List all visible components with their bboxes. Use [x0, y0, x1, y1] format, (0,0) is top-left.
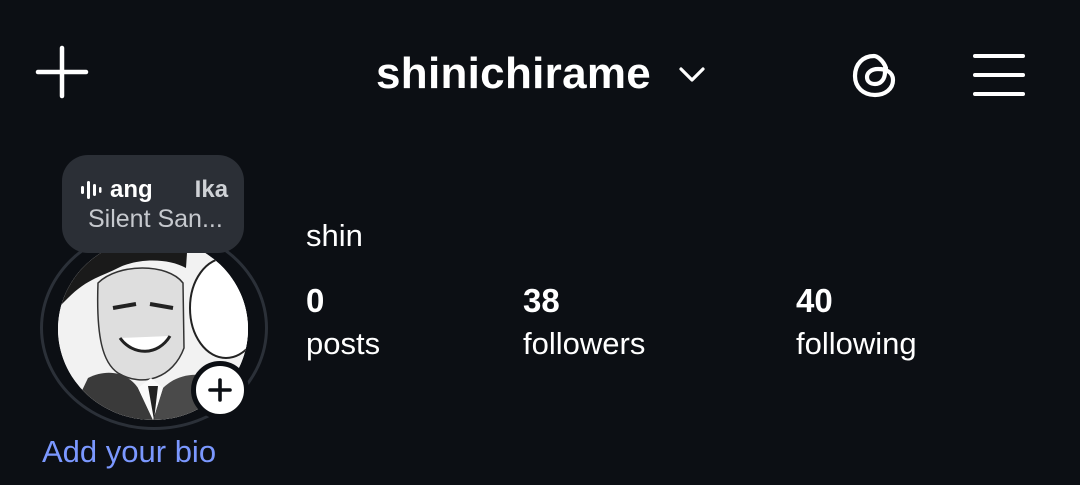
plus-icon	[35, 45, 89, 99]
note-title-part: ang	[110, 176, 153, 203]
stat-value: 40	[796, 282, 833, 319]
username-title: shinichirame	[376, 49, 652, 98]
plus-icon	[208, 378, 232, 402]
account-switcher[interactable]: shinichirame	[376, 44, 707, 104]
stat-followers[interactable]: 38 followers	[523, 282, 645, 362]
hamburger-menu-icon	[973, 54, 1025, 96]
note-song-title: ang Ika	[80, 176, 228, 204]
stat-value: 38	[523, 282, 560, 319]
stat-posts[interactable]: 0 posts	[306, 282, 380, 362]
chevron-down-icon	[679, 67, 705, 82]
stat-value: 0	[306, 282, 325, 319]
display-name: shin	[306, 218, 363, 253]
threads-icon	[852, 53, 896, 98]
stat-following[interactable]: 40 following	[796, 282, 917, 362]
note-title-part: Ika	[194, 176, 229, 203]
note-bubble[interactable]	[62, 155, 244, 253]
note-artist: Silent San...	[88, 205, 223, 233]
new-post-button[interactable]	[30, 40, 94, 104]
add-bio-link[interactable]: Add your bio	[42, 434, 216, 470]
audio-wave-icon	[81, 181, 102, 199]
stat-label: following	[796, 326, 917, 361]
threads-button[interactable]	[846, 46, 904, 104]
add-story-button[interactable]	[191, 361, 249, 419]
menu-button[interactable]	[968, 48, 1030, 102]
stat-label: posts	[306, 326, 381, 361]
stat-label: followers	[523, 326, 646, 361]
